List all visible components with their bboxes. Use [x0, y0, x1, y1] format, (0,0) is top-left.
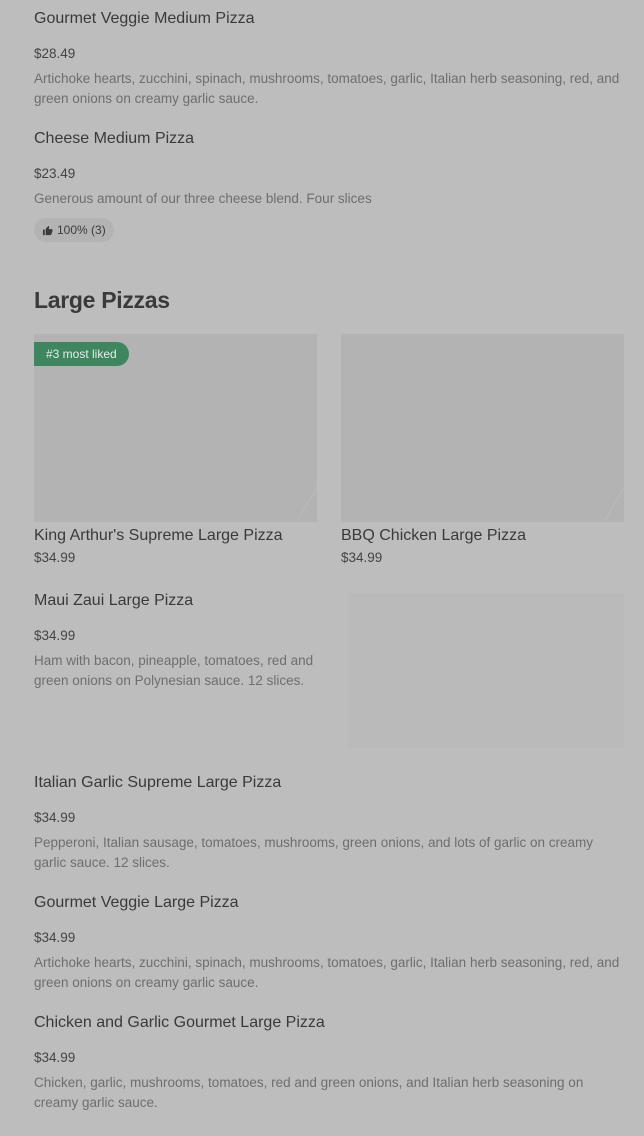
- item-price: $23.49: [34, 166, 76, 181]
- item-description: Pepperoni, Italian sausage, tomatoes, mu…: [34, 835, 594, 870]
- item-description: Artichoke hearts, zucchini, spinach, mus…: [34, 71, 620, 106]
- thumbs-up-icon: [42, 225, 53, 235]
- item-title: Italian Garlic Supreme Large Pizza: [34, 774, 282, 791]
- item-price: $34.99: [34, 1050, 76, 1065]
- item-title: Chicken and Garlic Gourmet Large Pizza: [34, 1014, 325, 1031]
- section-title-large-pizzas: Large Pizzas: [34, 287, 170, 313]
- item-description: Ham with bacon, pineapple, tomatoes, red…: [34, 653, 314, 688]
- menu-item-gourmet-veggie-medium[interactable]: Gourmet Veggie Medium Pizza $28.49 Artic…: [34, 9, 620, 109]
- card-image: #3 most liked: [34, 334, 317, 522]
- item-title: Gourmet Veggie Large Pizza: [34, 894, 239, 911]
- item-description: Artichoke hearts, zucchini, spinach, mus…: [34, 955, 620, 990]
- card-price: $34.99: [341, 550, 383, 565]
- card-image: [341, 334, 624, 522]
- card-price: $34.99: [34, 550, 76, 565]
- item-title: Cheese Medium Pizza: [34, 130, 195, 147]
- featured-card-bbq-chicken[interactable]: BBQ Chicken Large Pizza $34.99: [341, 334, 624, 567]
- featured-card-king-arthurs-supreme[interactable]: #3 most liked King Arthur's Supreme Larg…: [34, 334, 317, 567]
- menu-page: Gourmet Veggie Medium Pizza $28.49 Artic…: [0, 0, 644, 1136]
- menu-item-chicken-garlic-gourmet[interactable]: Chicken and Garlic Gourmet Large Pizza $…: [34, 1013, 620, 1113]
- rating-badge: 100% (3): [34, 218, 114, 242]
- menu-item-gourmet-veggie-large[interactable]: Gourmet Veggie Large Pizza $34.99 Artich…: [34, 893, 620, 993]
- item-price: $28.49: [34, 46, 76, 61]
- item-title: Gourmet Veggie Medium Pizza: [34, 10, 255, 27]
- card-title: BBQ Chicken Large Pizza: [341, 527, 526, 544]
- item-title: Maui Zaui Large Pizza: [34, 592, 194, 609]
- menu-item-maui-zaui[interactable]: Maui Zaui Large Pizza $34.99 Ham with ba…: [34, 591, 330, 691]
- rating-text: 100% (3): [57, 223, 106, 237]
- item-image-maui-zaui[interactable]: [348, 593, 624, 748]
- item-description: Generous amount of our three cheese blen…: [34, 191, 372, 206]
- item-description: Chicken, garlic, mushrooms, tomatoes, re…: [34, 1075, 584, 1110]
- card-title: King Arthur's Supreme Large Pizza: [34, 527, 283, 544]
- item-price: $34.99: [34, 930, 76, 945]
- menu-item-italian-garlic-supreme[interactable]: Italian Garlic Supreme Large Pizza $34.9…: [34, 773, 620, 873]
- item-price: $34.99: [34, 810, 76, 825]
- most-liked-badge: #3 most liked: [34, 342, 129, 366]
- menu-item-cheese-medium[interactable]: Cheese Medium Pizza $23.49 Generous amou…: [34, 129, 620, 242]
- item-price: $34.99: [34, 628, 76, 643]
